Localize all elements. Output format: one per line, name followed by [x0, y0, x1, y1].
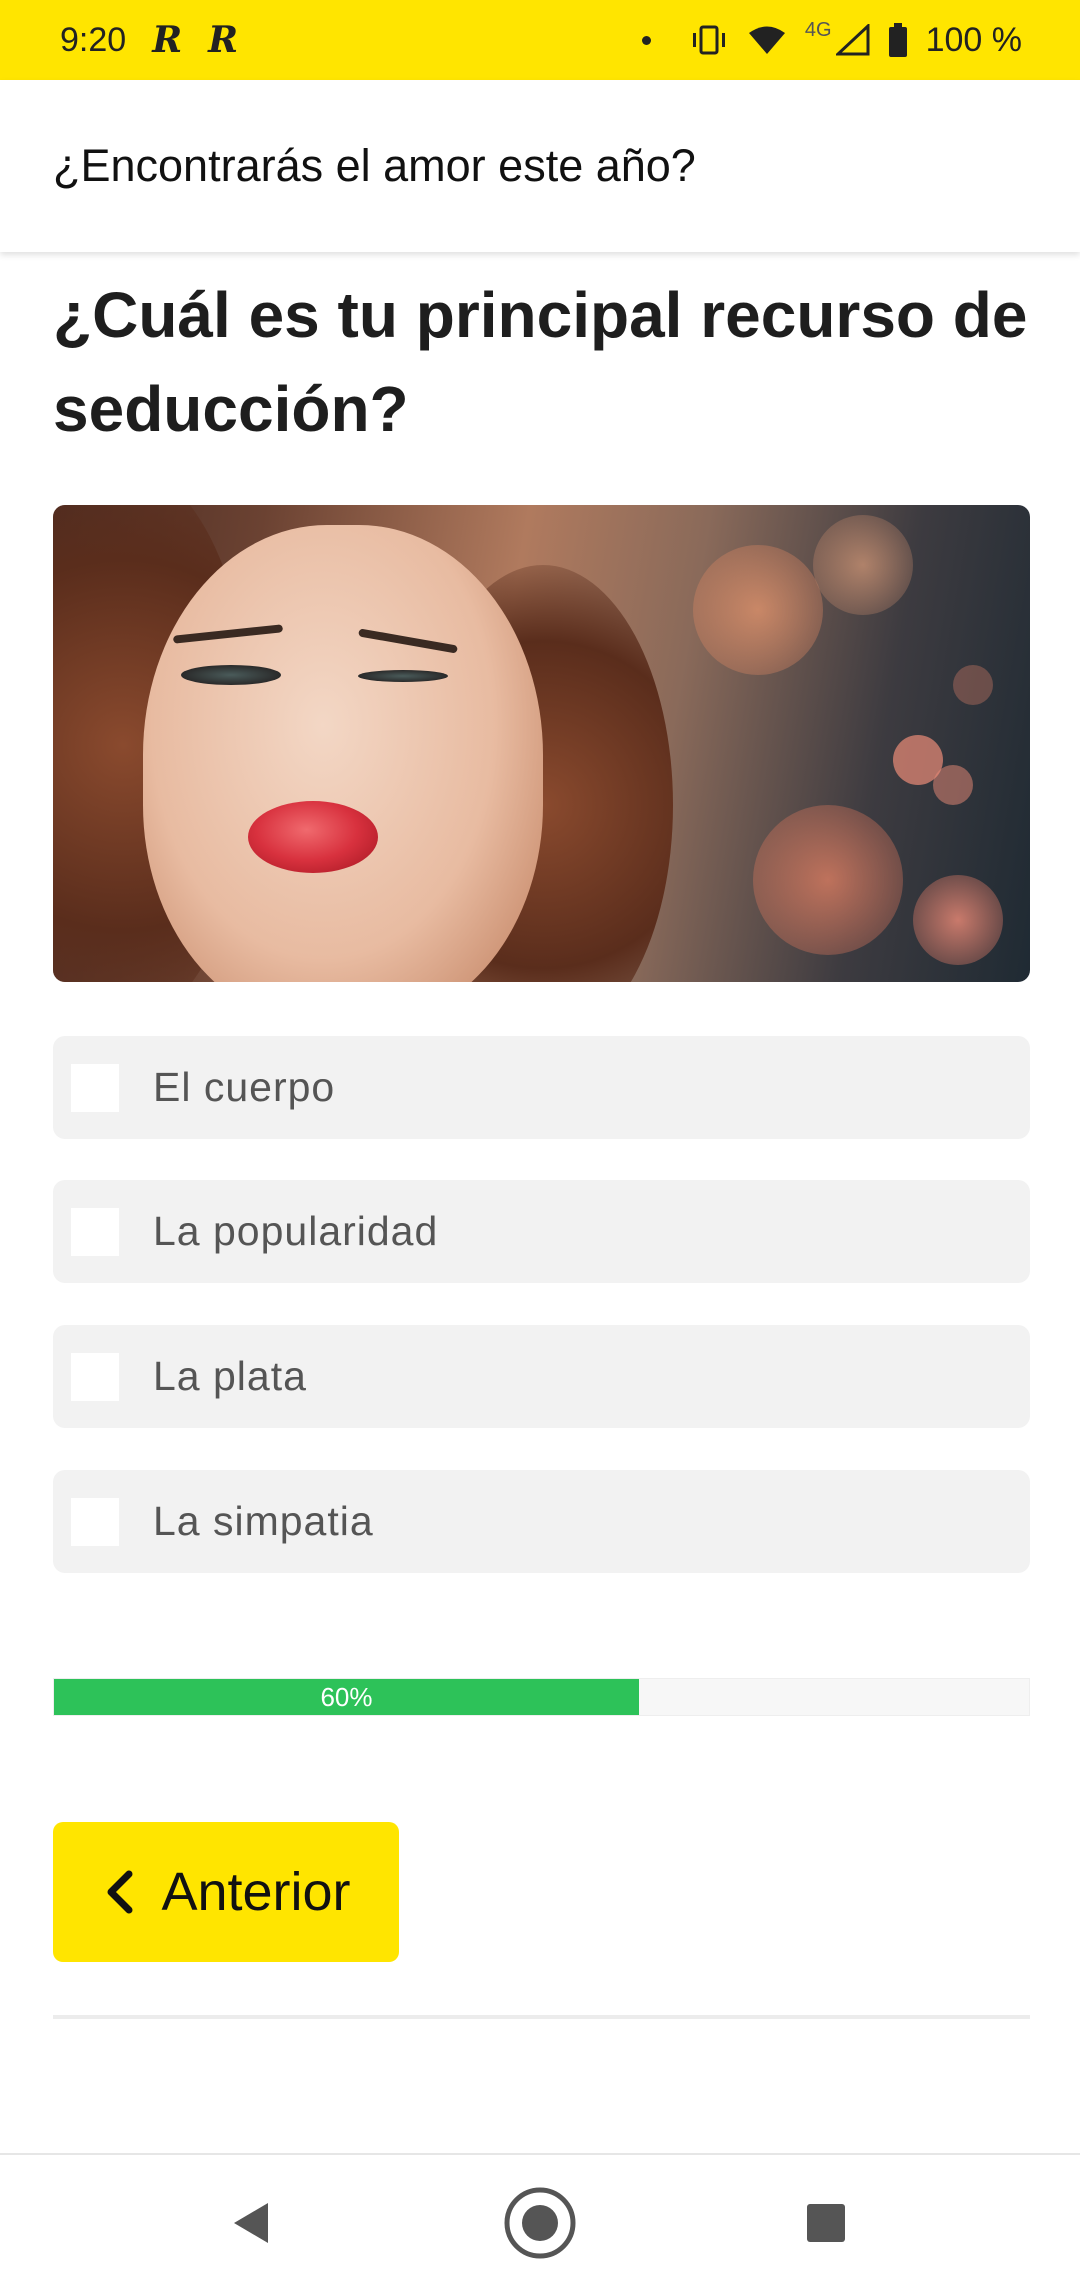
previous-button[interactable]: Anterior	[53, 1822, 399, 1962]
nav-recents-button[interactable]	[786, 2183, 866, 2263]
question-heading: ¿Cuál es tu principal recurso de seducci…	[53, 279, 1028, 445]
battery-percent: 100 %	[925, 20, 1022, 59]
option-label: El cuerpo	[153, 1064, 336, 1110]
status-icons: 4G 100 %	[641, 18, 1022, 60]
network-type: 4G	[804, 18, 832, 41]
progress-label: 60%	[320, 1681, 373, 1712]
face-illustration	[143, 525, 543, 982]
wifi-icon	[748, 26, 785, 54]
notification-dot-icon	[641, 35, 651, 45]
option-checkbox[interactable]	[71, 1207, 119, 1256]
progress-bar: 60%	[53, 1678, 1030, 1716]
option-checkbox[interactable]	[71, 1352, 119, 1401]
nav-back-button[interactable]	[210, 2183, 290, 2263]
status-bar: 9:20 R R 4G 100 %	[0, 0, 1080, 80]
question-image	[53, 505, 1030, 982]
option-la-simpatia[interactable]: La simpatia	[53, 1470, 1030, 1573]
option-la-popularidad[interactable]: La popularidad	[53, 1180, 1030, 1283]
home-circle-icon	[504, 2187, 576, 2259]
option-el-cuerpo[interactable]: El cuerpo	[53, 1036, 1030, 1139]
divider	[53, 2015, 1030, 2019]
option-checkbox[interactable]	[71, 1497, 119, 1546]
lips-illustration	[248, 801, 378, 873]
recents-square-icon	[807, 2204, 845, 2242]
nav-home-button[interactable]	[500, 2183, 580, 2263]
signal-icon	[835, 24, 870, 56]
previous-button-label: Anterior	[161, 1862, 351, 1922]
option-label: La popularidad	[153, 1208, 439, 1254]
status-time: 9:20	[60, 20, 127, 59]
option-label: La simpatia	[153, 1498, 374, 1544]
option-checkbox[interactable]	[71, 1063, 119, 1112]
notification-r-icon: R	[208, 19, 239, 61]
app-bar: ¿Encontrarás el amor este año?	[0, 80, 1080, 252]
page-title: ¿Encontrarás el amor este año?	[53, 140, 696, 191]
back-triangle-icon	[234, 2203, 268, 2243]
option-la-plata[interactable]: La plata	[53, 1325, 1030, 1428]
system-nav-bar	[0, 2153, 1080, 2280]
notification-r-icon: R	[152, 19, 183, 61]
vibrate-icon	[692, 25, 725, 55]
progress-fill: 60%	[54, 1679, 639, 1715]
chevron-left-icon	[107, 1870, 133, 1914]
option-label: La plata	[153, 1353, 307, 1399]
battery-icon	[888, 23, 907, 57]
